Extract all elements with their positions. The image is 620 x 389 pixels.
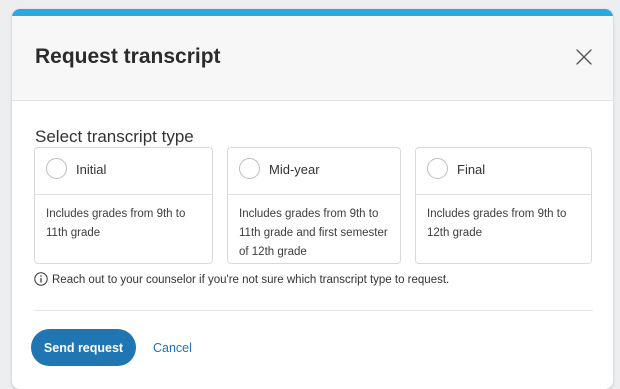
option-mid-year[interactable]: Mid-year Includes grades from 9th to 11t… [227, 147, 401, 264]
option-header: Mid-year [228, 148, 400, 195]
option-header: Final [416, 148, 591, 195]
request-transcript-dialog: Request transcript Select transcript typ… [12, 9, 613, 389]
section-title: Select transcript type [35, 127, 194, 146]
option-description: Includes grades from 9th to 12th grade [427, 208, 567, 239]
dialog-accent-bar [12, 9, 613, 16]
option-label: Mid-year [269, 162, 320, 177]
option-label: Final [457, 162, 486, 177]
option-description: Includes grades from 9th to 11th grade a… [239, 208, 388, 258]
option-final[interactable]: Final Includes grades from 9th to 12th g… [415, 147, 592, 264]
footer-divider [34, 310, 593, 311]
option-initial[interactable]: Initial Includes grades from 9th to 11th… [34, 147, 213, 264]
radio-final[interactable] [427, 158, 448, 179]
close-button[interactable] [574, 47, 594, 67]
option-description: Includes grades from 9th to 11th grade [46, 208, 186, 239]
radio-mid-year[interactable] [239, 158, 260, 179]
send-request-button[interactable]: Send request [31, 329, 136, 366]
help-note: Reach out to your counselor if you're no… [34, 272, 449, 288]
dialog-title: Request transcript [35, 45, 221, 68]
option-header: Initial [35, 148, 212, 195]
cancel-link[interactable]: Cancel [153, 340, 192, 356]
radio-initial[interactable] [46, 158, 67, 179]
close-x-icon [576, 49, 592, 65]
help-note-text: Reach out to your counselor if you're no… [52, 274, 450, 286]
info-icon [34, 272, 48, 286]
option-label: Initial [76, 162, 107, 177]
